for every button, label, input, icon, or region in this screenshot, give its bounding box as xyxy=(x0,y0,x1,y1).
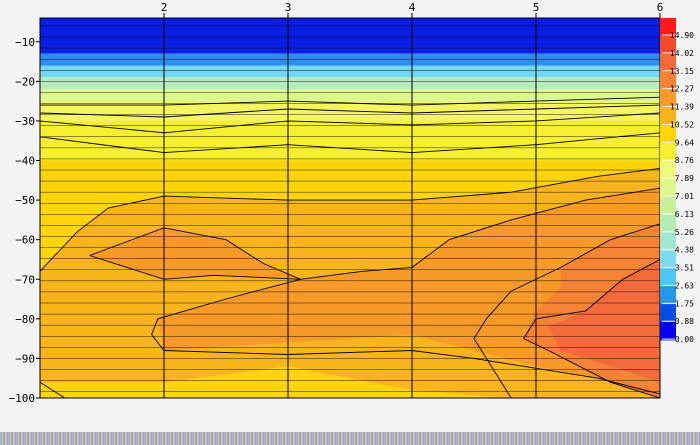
colorbar-swatch-9 xyxy=(660,179,676,198)
colorbar-swatch-15 xyxy=(660,286,676,305)
field-band-3 xyxy=(40,77,660,90)
colorbar-swatch-16 xyxy=(660,304,676,323)
colorbar-label-13: 3.51 xyxy=(675,264,694,273)
chart-stage: 2 3 4 5 6 −10 −20 −30 −40 −50 −60 −70 −80 −90 −100 14.9… xyxy=(0,0,700,445)
colorbar-label-10: 6.13 xyxy=(675,210,694,219)
noise-strip xyxy=(0,432,700,445)
colorbar-label-14: 2.63 xyxy=(675,281,694,290)
colorbar-label-4: 11.39 xyxy=(670,103,694,112)
colorbar-swatch-10 xyxy=(660,196,676,216)
y-tick-label-m80: −80 xyxy=(15,313,35,326)
colorbar-label-16: 0.88 xyxy=(675,317,694,326)
contour-chart: 2 3 4 5 6 −10 −20 −30 −40 −50 −60 −70 −80 −90 −100 14.9… xyxy=(9,1,695,405)
y-tick-label-m90: −90 xyxy=(15,352,35,365)
colorbar-label-8: 7.89 xyxy=(675,174,694,183)
x-tick-label-2: 2 xyxy=(161,1,168,14)
x-tick-label-4: 4 xyxy=(409,1,416,14)
y-tick-label-m50: −50 xyxy=(15,194,35,207)
field-band-6 xyxy=(40,120,660,161)
x-tick-label-5: 5 xyxy=(533,1,540,14)
y-tick-label-m70: −70 xyxy=(15,273,35,286)
colorbar-swatch-7 xyxy=(660,143,676,162)
y-tick-label-m60: −60 xyxy=(15,234,35,247)
colorbar-swatch-11 xyxy=(660,214,676,234)
y-tick-label-m30: −30 xyxy=(15,115,35,128)
colorbar-label-15: 1.75 xyxy=(675,299,694,308)
y-tick-label-m100: −100 xyxy=(9,392,36,405)
colorbar-label-9: 7.01 xyxy=(675,192,694,201)
colorbar-label-12: 4.38 xyxy=(675,246,694,255)
colorbar-label-7: 8.76 xyxy=(675,156,694,165)
colorbar-label-0: 14.90 xyxy=(670,31,694,40)
colorbar-swatch-8 xyxy=(660,161,676,180)
field-band-2 xyxy=(40,65,660,78)
field-band-4 xyxy=(40,89,660,102)
colorbar-label-6: 9.64 xyxy=(675,138,694,147)
colorbar-label-17: 0.00 xyxy=(675,335,694,344)
x-tick-label-6: 6 xyxy=(657,1,664,14)
y-tick-label-m20: −20 xyxy=(15,75,35,88)
y-tick-label-m10: −10 xyxy=(15,36,35,49)
colorbar-swatch-14 xyxy=(660,268,676,287)
colorbar-label-5: 10.52 xyxy=(670,120,694,129)
colorbar-label-3: 12.27 xyxy=(670,85,694,94)
y-tick-label-m40: −40 xyxy=(15,155,35,168)
x-tick-label-3: 3 xyxy=(285,1,292,14)
colorbar-swatch-13 xyxy=(660,250,676,269)
colorbar-label-2: 13.15 xyxy=(670,67,694,76)
colorbar-swatch-12 xyxy=(660,232,676,251)
colorbar-swatch-17 xyxy=(660,322,676,341)
colorbar-label-1: 14.02 xyxy=(670,49,694,58)
field-band-1 xyxy=(40,53,660,66)
colorbar-label-11: 5.26 xyxy=(675,228,694,237)
